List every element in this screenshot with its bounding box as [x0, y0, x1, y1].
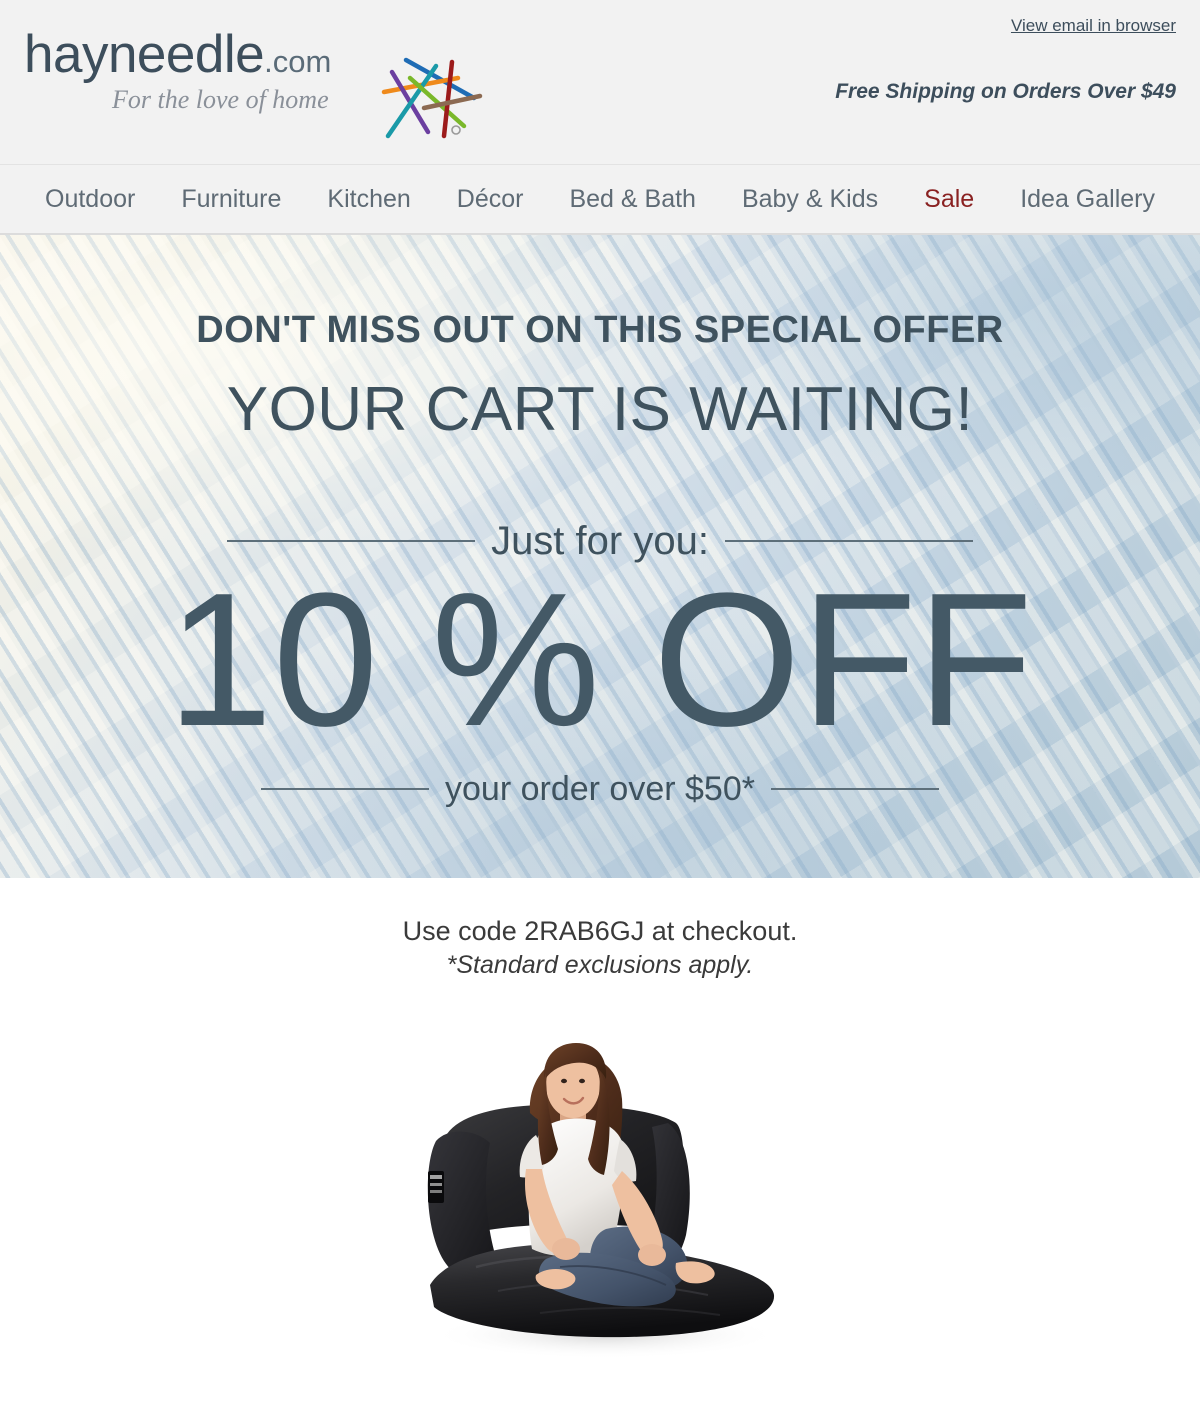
nav-item-kitchen[interactable]: Kitchen — [304, 186, 433, 212]
crossed-needles-logo-icon — [381, 57, 483, 139]
product-image-area — [0, 1022, 1200, 1418]
nav-item-outdoor[interactable]: Outdoor — [22, 186, 158, 212]
promo-code-instruction: Use code 2RAB6GJ at checkout. — [402, 916, 798, 946]
view-email-in-browser-link[interactable]: View email in browser — [1011, 16, 1176, 36]
person-eye-left — [561, 1078, 567, 1083]
nav-item-sale[interactable]: Sale — [901, 186, 997, 212]
category-nav: Outdoor Furniture Kitchen Décor Bed & Ba… — [0, 165, 1200, 235]
divider-rule-left — [227, 540, 476, 542]
person-hand-right — [638, 1243, 666, 1266]
logo-wordmark-tld: .com — [264, 44, 332, 79]
nav-item-decor[interactable]: Décor — [434, 186, 547, 212]
nav-item-furniture[interactable]: Furniture — [158, 186, 304, 212]
hero-content: DON'T MISS OUT ON THIS SPECIAL OFFER YOU… — [0, 235, 1200, 878]
email-header: hayneedle.com For the love of home View … — [0, 0, 1200, 165]
person-hand-left — [552, 1237, 580, 1260]
divider-rule-right — [724, 540, 973, 542]
brand-logo[interactable]: hayneedle.com For the love of home — [24, 25, 494, 139]
hero-headline-text: YOUR CART IS WAITING! — [226, 375, 974, 444]
promo-hero-banner: DON'T MISS OUT ON THIS SPECIAL OFFER YOU… — [0, 235, 1200, 878]
divider-rule-right-2 — [770, 788, 939, 790]
logo-wordmark-text: hayneedle — [24, 25, 265, 84]
nav-item-baby-and-kids[interactable]: Baby & Kids — [719, 186, 901, 212]
person-eye-right — [579, 1078, 585, 1083]
free-shipping-banner-text: Free Shipping on Orders Over $49 — [835, 80, 1176, 103]
discount-percent-text: 10 % OFF — [167, 554, 1033, 766]
bean-bag-chair-product-image[interactable] — [390, 1023, 810, 1363]
header-inner: hayneedle.com For the love of home View … — [0, 0, 1200, 165]
order-minimum-row: your order over $50* — [0, 772, 1200, 806]
promo-code-block: Use code 2RAB6GJ at checkout. *Standard … — [0, 878, 1200, 981]
nav-item-bed-and-bath[interactable]: Bed & Bath — [546, 186, 718, 212]
promo-fine-print: *Standard exclusions apply. — [446, 950, 754, 979]
order-minimum-text: your order over $50* — [445, 770, 755, 808]
hero-kicker-text: DON'T MISS OUT ON THIS SPECIAL OFFER — [196, 309, 1004, 351]
divider-rule-left-2 — [261, 788, 430, 790]
nav-item-idea-gallery[interactable]: Idea Gallery — [997, 186, 1178, 212]
